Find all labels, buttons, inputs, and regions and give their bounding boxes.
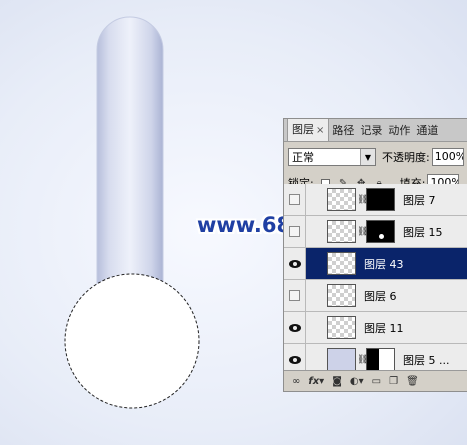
selection-circle[interactable]	[64, 273, 200, 409]
tab-layers[interactable]: 图层 ×	[287, 119, 330, 141]
layers-panel: 图层× 路径 记录 动作 通道 正常 ▼ 不透明度: 100% 锁定: ✎ ✥ …	[283, 118, 467, 392]
mask-icon[interactable]: ◙	[332, 376, 342, 387]
layer-mask-thumbnail	[366, 348, 395, 371]
fx-label: fx	[308, 376, 320, 387]
chevron-down-icon[interactable]: ▼	[360, 149, 375, 165]
link-icon: ⛓	[357, 354, 369, 365]
opacity-label: 不透明度:	[382, 151, 430, 164]
eye-icon	[288, 259, 301, 268]
visibility-toggle[interactable]	[284, 312, 306, 343]
trash-icon[interactable]: 🗑︎	[406, 376, 419, 387]
link-icon[interactable]: ∞	[292, 376, 300, 387]
layer-row[interactable]: 图层 11	[284, 312, 467, 344]
layer-name: 图层 15	[403, 225, 443, 239]
link-icon: ⛓	[357, 226, 369, 237]
tab-history[interactable]: 记录	[357, 120, 385, 141]
layer-row[interactable]: 图层 6	[284, 280, 467, 312]
layers-list: ⛓ 图层 7 ⛓ 图层 15 图层 43 图层 6 图层 11 ⛓ 图层 5 .…	[284, 184, 467, 376]
blend-row: 正常 ▼ 不透明度: 100%	[288, 147, 467, 167]
layer-row-selected[interactable]: 图层 43	[284, 248, 467, 280]
eye-icon	[288, 355, 301, 364]
layer-mask-thumbnail	[366, 188, 395, 211]
layer-thumbnail	[327, 316, 356, 339]
visibility-toggle[interactable]	[284, 280, 306, 311]
visibility-toggle[interactable]	[284, 248, 306, 279]
blend-mode-value: 正常	[292, 151, 314, 164]
layer-thumbnail	[327, 348, 356, 371]
layer-name: 图层 7	[403, 193, 436, 207]
visibility-toggle[interactable]	[284, 184, 306, 215]
layer-name: 图层 43	[364, 257, 404, 271]
folder-icon[interactable]: ▭	[372, 376, 381, 387]
layer-name: 图层 5 ...	[403, 353, 450, 367]
visibility-toggle[interactable]	[284, 216, 306, 247]
panel-bottom-toolbar: ∞ fx▾ ◙ ◐▾ ▭ ❐ 🗑︎	[284, 370, 467, 391]
eye-icon	[288, 323, 301, 332]
new-layer-icon[interactable]: ❐	[389, 376, 398, 387]
adjustment-icon[interactable]: ◐▾	[350, 376, 364, 387]
layer-row[interactable]: ⛓ 图层 7	[284, 184, 467, 216]
layer-thumbnail	[327, 188, 356, 211]
link-icon: ⛓	[357, 194, 369, 205]
layer-name: 图层 11	[364, 321, 404, 335]
tab-label: 图层	[292, 123, 314, 136]
layer-thumbnail	[327, 220, 356, 243]
layer-thumbnail	[327, 252, 356, 275]
layer-name: 图层 6	[364, 289, 397, 303]
tab-actions[interactable]: 动作	[385, 120, 413, 141]
panel-tabs: 图层 × 路径 记录 动作 通道	[284, 119, 467, 142]
close-icon[interactable]: ×	[316, 125, 324, 136]
tab-channels[interactable]: 通道	[413, 120, 441, 141]
layer-thumbnail	[327, 284, 356, 307]
layer-row[interactable]: ⛓ 图层 15	[284, 216, 467, 248]
blend-mode-select[interactable]: 正常 ▼	[288, 148, 376, 166]
layer-mask-thumbnail	[366, 220, 395, 243]
opacity-input[interactable]: 100%	[431, 148, 464, 166]
tab-paths[interactable]: 路径	[329, 120, 357, 141]
fx-icon[interactable]: fx▾	[308, 376, 324, 387]
